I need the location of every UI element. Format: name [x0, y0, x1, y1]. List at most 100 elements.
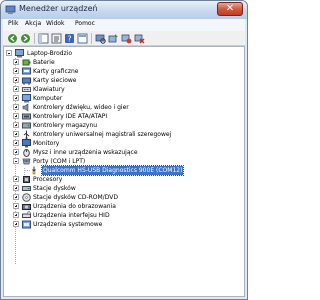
- svg-text:?: ?: [67, 35, 71, 44]
- expand-toggle[interactable]: [13, 185, 19, 191]
- window-title: Menedżer urządzeń: [19, 4, 98, 13]
- battery-icon: [22, 59, 31, 66]
- display-adapter-icon: [22, 67, 31, 75]
- tree-item-cdrom-drives[interactable]: Stacje dysków CD-ROM/DVD: [4, 193, 244, 202]
- tree-item-label: Komputer: [33, 95, 63, 102]
- tree-item-label: Urządzenia interfejsu HID: [33, 212, 110, 219]
- expand-toggle[interactable]: [13, 86, 19, 92]
- hid-icon: [22, 211, 31, 218]
- update-driver-icon[interactable]: [108, 33, 119, 44]
- tree-item-label: Mysz i inne urządzenia wskazujące: [33, 149, 138, 156]
- tree-item-imaging-devices[interactable]: Urządzenia do obrazowania: [4, 202, 244, 211]
- title-bar[interactable]: Menedżer urządzeń ✕: [1, 1, 247, 19]
- tree-item-label: Urządzenia do obrazowania: [33, 203, 116, 210]
- tree-item-qualcomm-com12[interactable]: Qualcomm HS-USB Diagnostics 900E (COM12): [4, 165, 244, 176]
- usb-controller-icon: [23, 130, 30, 139]
- tree-item-label: Stacje dysków CD-ROM/DVD: [33, 194, 118, 201]
- tree-item-computer[interactable]: Komputer: [4, 94, 244, 103]
- sound-icon: [22, 103, 29, 112]
- tree-item-processors[interactable]: Procesory: [4, 175, 244, 184]
- system-device-icon: [22, 220, 31, 229]
- tree-item-label: Kontrolery dźwięku, wideo i gier: [33, 104, 129, 111]
- tree-item-monitors[interactable]: Monitory: [4, 139, 244, 148]
- monitor-icon: [22, 139, 31, 148]
- tree-item-label: Stacje dysków: [33, 185, 76, 192]
- tree-item-ide-controllers[interactable]: Kontrolery IDE ATA/ATAPI: [4, 112, 244, 121]
- ide-controller-icon: [22, 113, 31, 120]
- tree-item-keyboards[interactable]: Klawiatury: [4, 85, 244, 94]
- expand-toggle[interactable]: [13, 59, 19, 65]
- expand-toggle[interactable]: [13, 77, 19, 83]
- device-tree[interactable]: Laptop-Brodzio Baterie Karty graficzne K…: [3, 46, 245, 297]
- network-adapter-icon: [22, 77, 31, 85]
- close-button[interactable]: ✕: [217, 2, 243, 16]
- expand-toggle[interactable]: [13, 221, 19, 227]
- expand-toggle[interactable]: [13, 212, 19, 218]
- disk-drive-icon: [22, 186, 31, 191]
- disable-device-icon[interactable]: [121, 33, 132, 44]
- uninstall-device-icon[interactable]: [134, 33, 145, 44]
- tree-item-batteries[interactable]: Baterie: [4, 58, 244, 67]
- tree-item-label: Kontrolery magazynu: [33, 122, 98, 129]
- properties-icon[interactable]: [51, 33, 62, 44]
- scan-hardware-icon[interactable]: [95, 33, 106, 44]
- menu-help[interactable]: Pomoc: [75, 20, 95, 27]
- expand-toggle[interactable]: [13, 149, 19, 155]
- tree-item-label: Procesory: [33, 176, 63, 183]
- show-hide-tree-icon[interactable]: [38, 33, 49, 44]
- tree-item-sound-controllers[interactable]: Kontrolery dźwięku, wideo i gier: [4, 103, 244, 112]
- port-icon: [22, 158, 31, 165]
- toolbar: ?: [3, 31, 245, 46]
- menu-bar: Plik Akcja Widok Pomoc: [3, 19, 245, 31]
- processor-icon: [23, 176, 30, 183]
- tree-item-label: Qualcomm HS-USB Diagnostics 900E (COM12): [40, 165, 185, 176]
- keyboard-icon: [22, 87, 31, 92]
- close-icon: ✕: [225, 3, 235, 14]
- toolbar-separator: [34, 33, 35, 44]
- tree-root[interactable]: Laptop-Brodzio: [4, 49, 244, 58]
- cdrom-icon: [22, 193, 31, 202]
- tree-item-usb-controllers[interactable]: Kontrolery uniwersalnej magistrali szere…: [4, 130, 244, 139]
- computer-icon: [22, 94, 31, 103]
- tree-item-mice[interactable]: Mysz i inne urządzenia wskazujące: [4, 148, 244, 157]
- expand-toggle[interactable]: [13, 113, 19, 119]
- com-port-icon: [32, 166, 36, 175]
- tree-item-system-devices[interactable]: Urządzenia systemowe: [4, 220, 244, 229]
- expand-toggle[interactable]: [13, 68, 19, 74]
- tree-item-label: Baterie: [33, 59, 55, 66]
- tree-item-label: Kontrolery IDE ATA/ATAPI: [33, 113, 108, 120]
- expand-toggle[interactable]: [13, 194, 19, 200]
- expand-toggle[interactable]: [13, 176, 19, 182]
- menu-view[interactable]: Widok: [46, 20, 64, 27]
- imaging-icon: [22, 204, 31, 210]
- tree-item-label: Karty graficzne: [33, 68, 79, 75]
- storage-controller-icon: [22, 122, 31, 129]
- tree-item-label: Monitory: [33, 140, 60, 147]
- tree-item-label: Karty sieciowe: [33, 77, 77, 84]
- expand-toggle[interactable]: [13, 104, 19, 110]
- expand-toggle[interactable]: [13, 203, 19, 209]
- tree-item-disk-drives[interactable]: Stacje dysków: [4, 184, 244, 193]
- tree-item-ports[interactable]: Porty (COM i LPT): [4, 157, 244, 166]
- tree-item-label: Porty (COM i LPT): [33, 158, 86, 165]
- collapse-toggle[interactable]: [13, 158, 19, 164]
- tree-item-storage-controllers[interactable]: Kontrolery magazynu: [4, 121, 244, 130]
- tree-item-display-adapters[interactable]: Karty graficzne: [4, 67, 244, 76]
- tree-item-network-adapters[interactable]: Karty sieciowe: [4, 76, 244, 85]
- expand-toggle[interactable]: [13, 140, 19, 146]
- device-manager-window: Menedżer urządzeń ✕ Plik Akcja Widok Pom…: [0, 0, 248, 300]
- tree-item-label: Kontrolery uniwersalnej magistrali szere…: [33, 131, 172, 138]
- mouse-icon: [23, 149, 30, 157]
- forward-icon[interactable]: [20, 33, 31, 44]
- view-icon[interactable]: [77, 33, 88, 44]
- menu-action[interactable]: Akcja: [25, 20, 41, 27]
- expand-toggle[interactable]: [13, 95, 19, 101]
- tree-item-hid-devices[interactable]: Urządzenia interfejsu HID: [4, 211, 244, 220]
- collapse-toggle[interactable]: [6, 50, 12, 56]
- help-icon[interactable]: ?: [64, 33, 75, 44]
- expand-toggle[interactable]: [13, 131, 19, 137]
- back-icon[interactable]: [7, 33, 18, 44]
- menu-file[interactable]: Plik: [8, 20, 18, 27]
- device-manager-icon: [5, 5, 16, 14]
- expand-toggle[interactable]: [13, 122, 19, 128]
